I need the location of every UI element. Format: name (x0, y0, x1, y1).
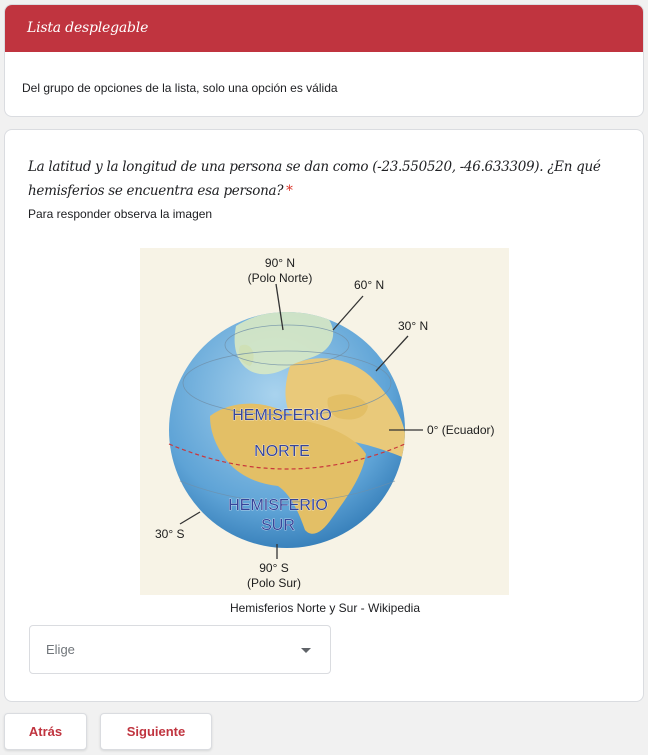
label-30n: 30° N (398, 319, 428, 333)
section-description: Del grupo de opciones de la lista, solo … (22, 81, 338, 95)
question-title: La latitud y la longitud de una persona … (28, 155, 618, 203)
label-north-pole: (Polo Norte) (248, 271, 313, 285)
back-button[interactable]: Atrás (4, 713, 87, 750)
image-caption: Hemisferios Norte y Sur - Wikipedia (229, 601, 421, 615)
label-equator: 0° (Ecuador) (427, 423, 495, 437)
section-header-card: Lista desplegable Del grupo de opciones … (4, 4, 644, 117)
hemisphere-south-line2: SUR (261, 517, 295, 534)
hemisphere-north-line2: NORTE (254, 443, 310, 460)
answer-dropdown[interactable]: Elige (29, 625, 331, 674)
section-title: Lista desplegable (5, 5, 643, 52)
dropdown-placeholder: Elige (46, 642, 75, 657)
dropdown-arrow-icon (301, 648, 311, 653)
question-card: La latitud y la longitud de una persona … (4, 129, 644, 702)
label-30s: 30° S (155, 527, 184, 541)
next-button[interactable]: Siguiente (100, 713, 212, 750)
label-south-pole: (Polo Sur) (247, 576, 301, 590)
label-60n: 60° N (354, 278, 384, 292)
question-text: La latitud y la longitud de una persona … (28, 159, 601, 199)
label-90s-degree: 90° S (259, 561, 288, 575)
hemisphere-north-line1: HEMISFERIO (232, 407, 332, 424)
hemispheres-globe-image: 90° N (Polo Norte) 60° N 30° N 0° (Ecuad… (140, 248, 509, 595)
required-asterisk: * (286, 183, 293, 199)
hemisphere-south-line1: HEMISFERIO (228, 497, 328, 514)
label-90n-degree: 90° N (265, 256, 295, 270)
question-help-text: Para responder observa la imagen (28, 207, 213, 221)
